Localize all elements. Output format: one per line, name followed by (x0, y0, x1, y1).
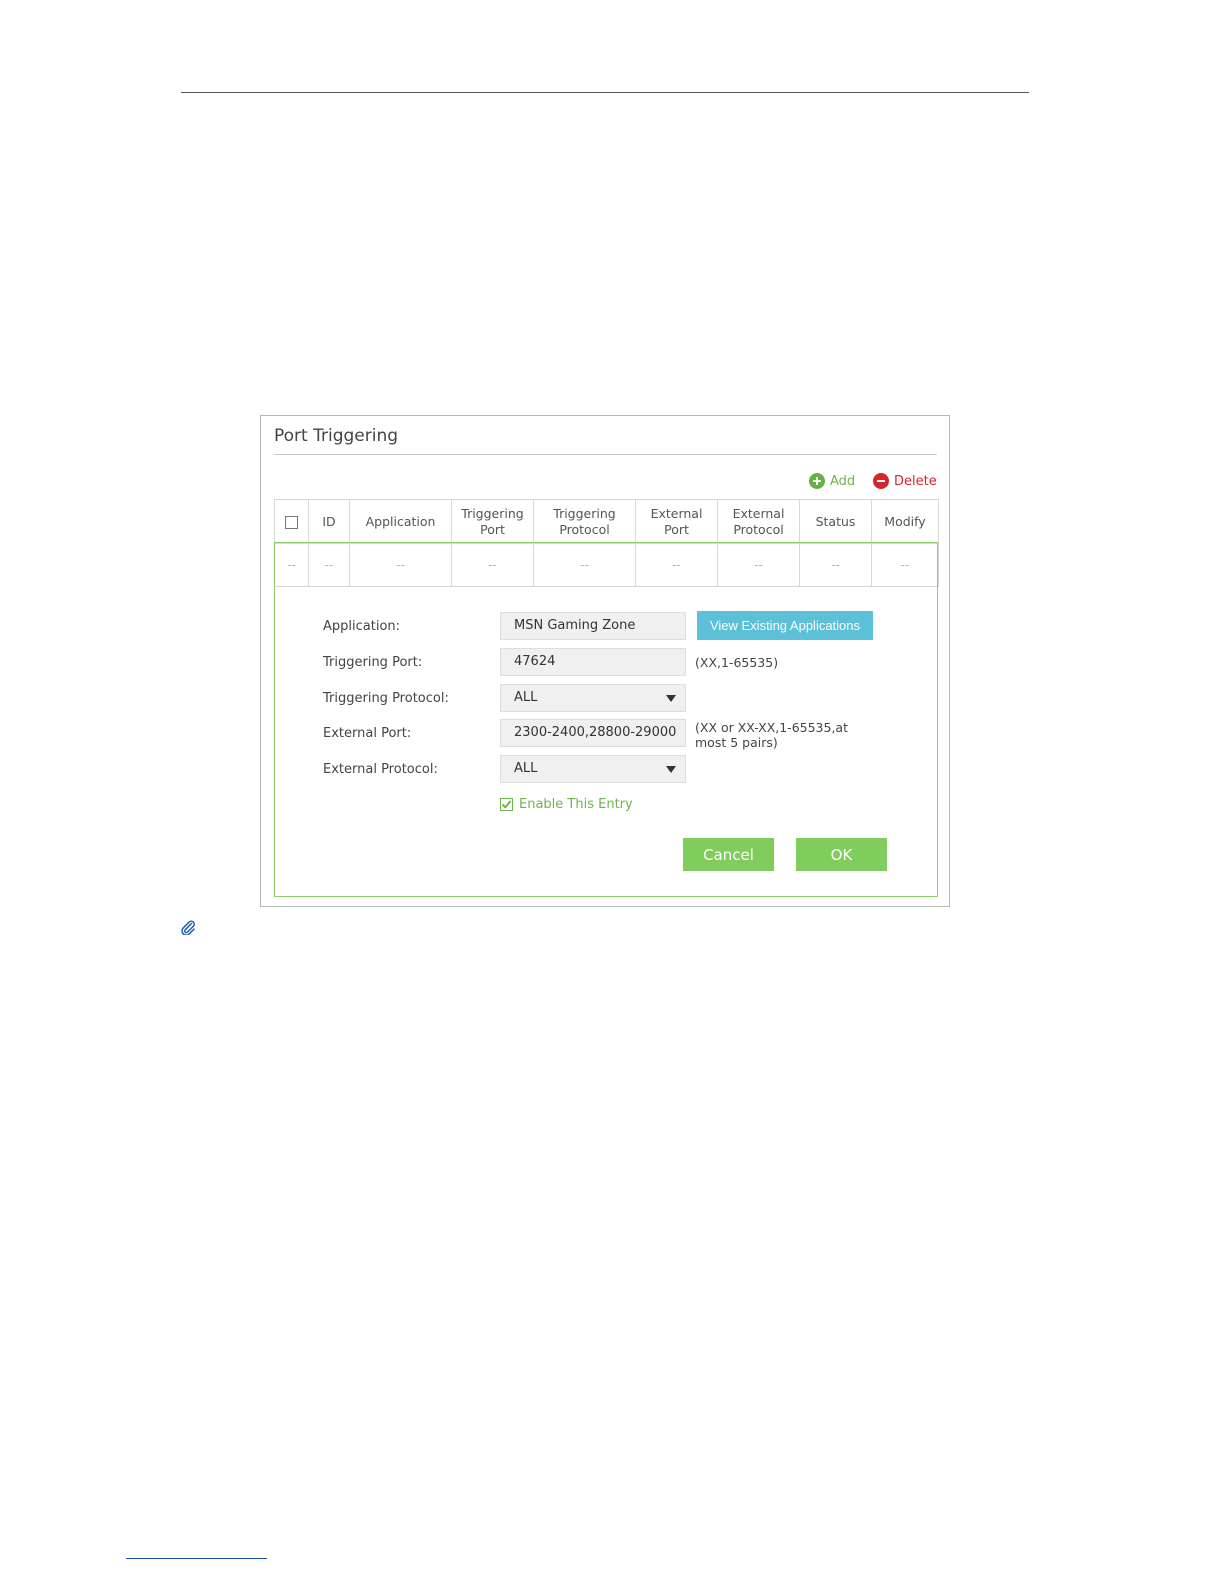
paperclip-icon (181, 920, 195, 935)
triggering-port-hint: (XX,1-65535) (695, 655, 779, 670)
table-cell: -- (717, 543, 800, 587)
triggering-protocol-label: Triggering Protocol: (323, 691, 449, 706)
header-external-port-line2: Port (664, 521, 689, 537)
triggering-protocol-value: ALL (514, 690, 538, 705)
title-divider (274, 454, 937, 455)
header-external-port-line1: External (650, 505, 703, 521)
select-all-cell[interactable] (274, 499, 309, 544)
external-protocol-value: ALL (514, 761, 538, 776)
triggering-port-label: Triggering Port: (323, 655, 423, 670)
external-port-input[interactable]: 2300-2400,28800-29000 (500, 719, 686, 747)
triggering-port-input[interactable]: 47624 (500, 648, 686, 676)
triangle-down-icon (666, 766, 676, 773)
table-cell: -- (274, 543, 309, 587)
table-cell: -- (799, 543, 872, 587)
header-triggering-protocol: Triggering Protocol (533, 499, 636, 544)
rules-table: ID Application Triggering Port Triggering… (274, 499, 939, 587)
header-external-protocol: External Protocol (717, 499, 800, 544)
header-external-protocol-line2: Protocol (733, 521, 784, 537)
delete-button[interactable]: Delete (873, 472, 937, 490)
table-row: -- -- -- -- -- -- -- -- -- (274, 543, 939, 587)
footer-link-underline (126, 1558, 267, 1559)
header-status: Status (799, 499, 872, 544)
header-application: Application (349, 499, 452, 544)
header-external-port: External Port (635, 499, 718, 544)
select-all-checkbox[interactable] (285, 515, 298, 529)
header-triggering-port: Triggering Port (451, 499, 534, 544)
add-button-label: Add (830, 473, 856, 489)
header-triggering-port-line2: Port (480, 521, 505, 537)
triggering-protocol-select[interactable]: ALL (500, 684, 686, 712)
enable-entry-checkbox[interactable]: Enable This Entry (500, 797, 633, 812)
external-port-hint: (XX or XX-XX,1-65535,at most 5 pairs) (695, 720, 848, 750)
cancel-button[interactable]: Cancel (683, 838, 774, 871)
table-cell: -- (349, 543, 452, 587)
panel-title: Port Triggering (274, 426, 399, 446)
table-cell: -- (635, 543, 718, 587)
external-port-label: External Port: (323, 726, 412, 741)
application-label: Application: (323, 619, 401, 634)
add-button[interactable]: Add (809, 472, 855, 490)
page-header-rule (181, 92, 1029, 93)
plus-circle-icon (809, 473, 825, 489)
header-triggering-port-line1: Triggering (461, 505, 524, 521)
table-header-row: ID Application Triggering Port Triggering… (274, 499, 939, 544)
table-cell: -- (871, 543, 939, 587)
header-external-protocol-line1: External (732, 505, 785, 521)
external-port-hint-line1: (XX or XX-XX,1-65535,at (695, 720, 848, 735)
minus-circle-icon (873, 473, 889, 489)
header-id: ID (308, 499, 350, 544)
enable-entry-label: Enable This Entry (519, 797, 633, 812)
view-existing-applications-button[interactable]: View Existing Applications (697, 611, 873, 640)
delete-button-label: Delete (894, 473, 937, 489)
external-protocol-select[interactable]: ALL (500, 755, 686, 783)
header-modify: Modify (871, 499, 939, 544)
header-triggering-protocol-line1: Triggering (553, 505, 616, 521)
external-port-hint-line2: most 5 pairs) (695, 735, 778, 750)
checkbox-checked-icon[interactable] (500, 798, 513, 811)
port-triggering-panel: Port Triggering Add Delete ID Applicatio… (260, 415, 950, 907)
header-triggering-protocol-line2: Protocol (559, 521, 610, 537)
table-cell: -- (533, 543, 636, 587)
triangle-down-icon (666, 695, 676, 702)
application-input[interactable]: MSN Gaming Zone (500, 612, 686, 640)
table-cell: -- (451, 543, 534, 587)
table-cell: -- (308, 543, 350, 587)
external-protocol-label: External Protocol: (323, 762, 438, 777)
ok-button[interactable]: OK (796, 838, 887, 871)
